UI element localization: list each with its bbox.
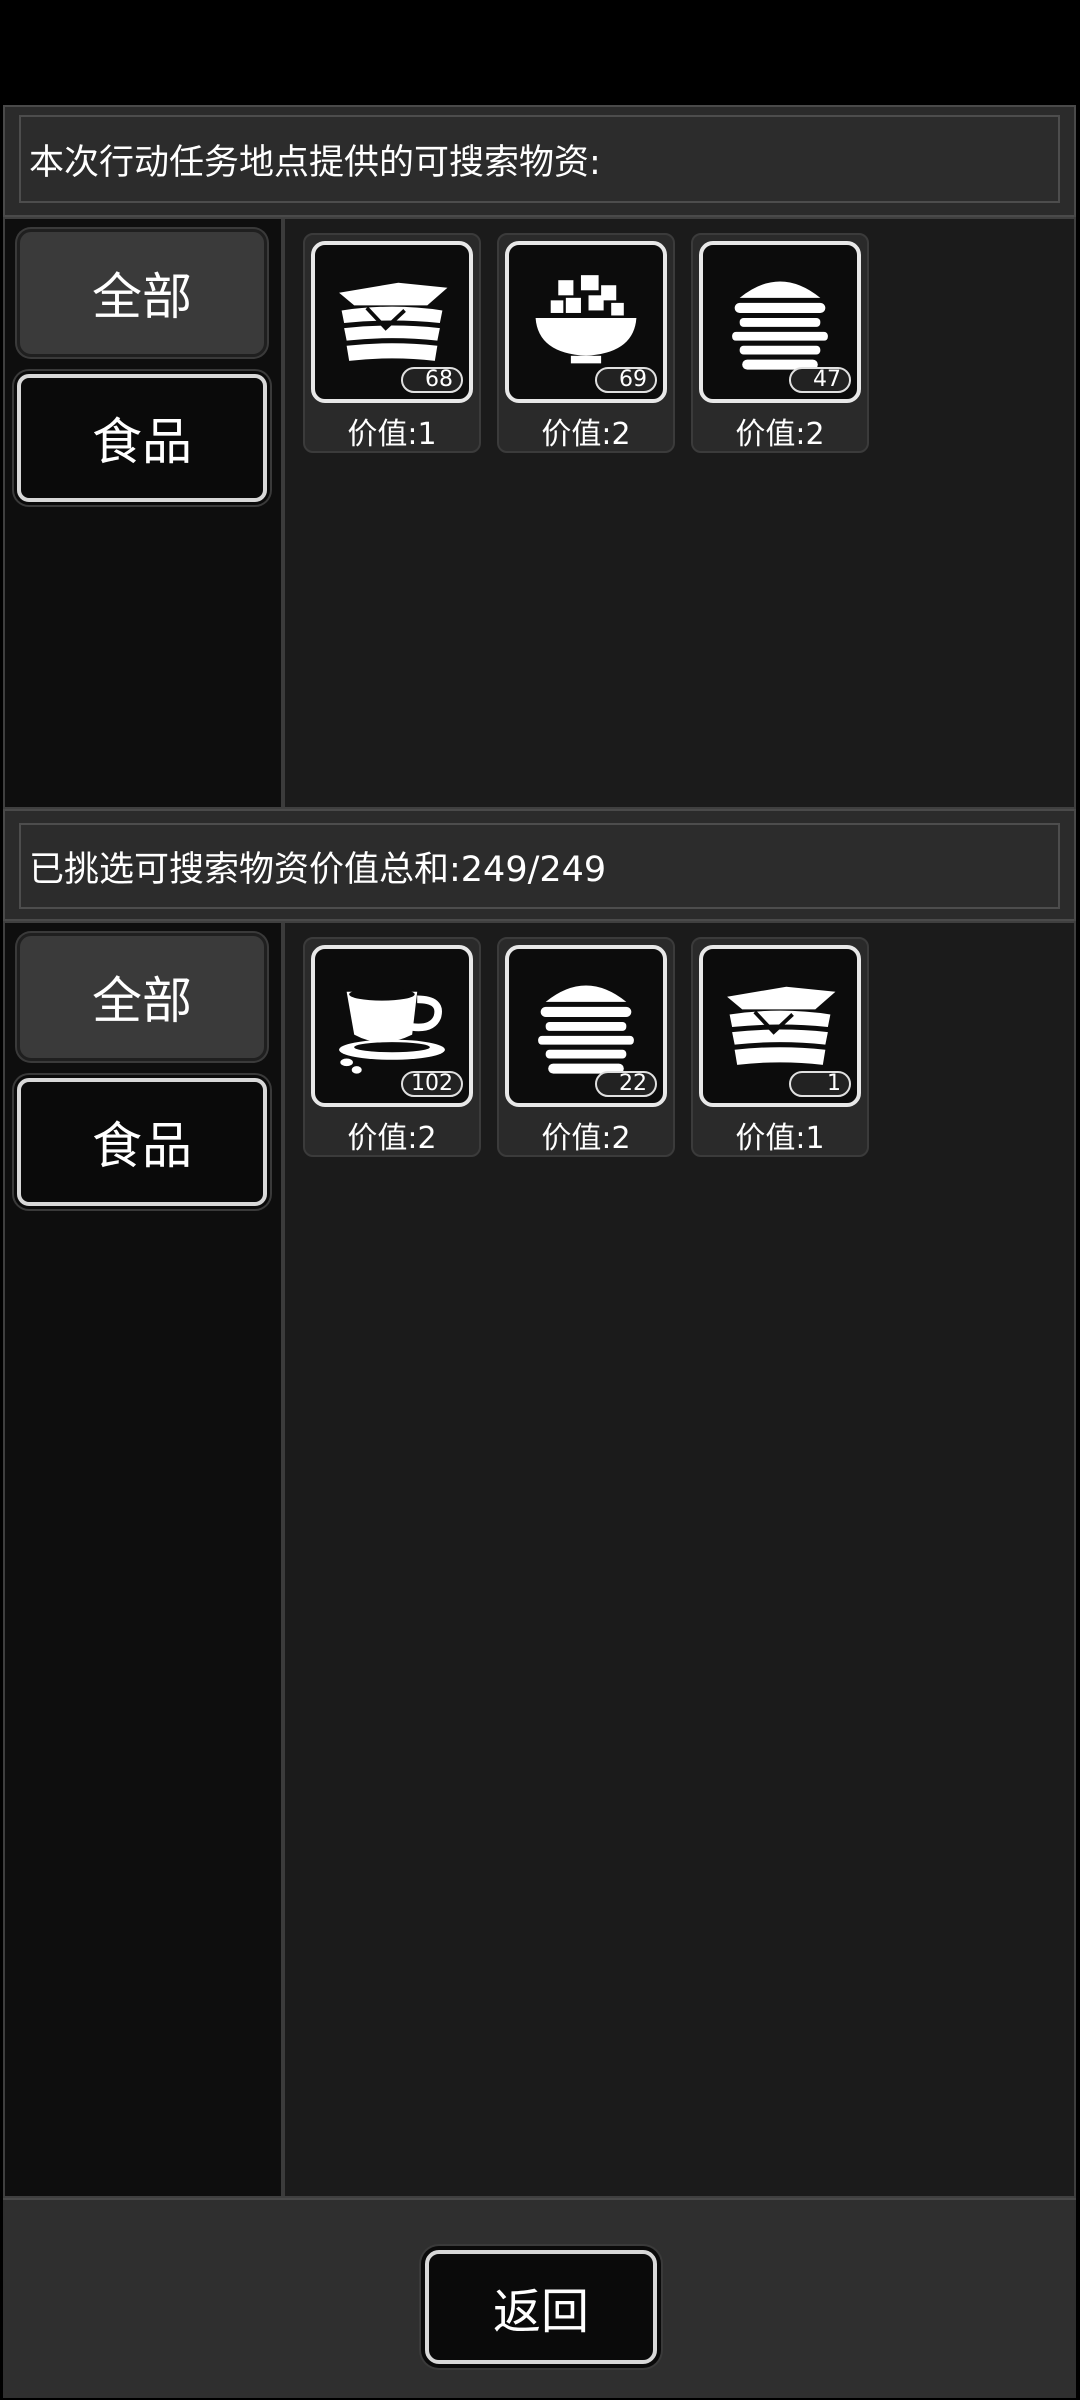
item-value-label: 价值:1 bbox=[735, 1121, 825, 1156]
burger-icon bbox=[538, 985, 634, 1074]
back-button[interactable]: 返回 bbox=[425, 2250, 657, 2364]
item-count-badge: 69 bbox=[595, 367, 657, 393]
coffee-cup-icon bbox=[339, 987, 445, 1074]
item-icon-frame: 68 bbox=[311, 241, 473, 403]
item-icon-frame: 102 bbox=[311, 945, 473, 1107]
bottom-section-title: 已挑选可搜索物资价值总和:249/249 bbox=[19, 823, 1060, 909]
category-tab-all[interactable]: 全部 bbox=[17, 229, 267, 357]
item-count-badge: 1 bbox=[789, 1071, 851, 1097]
selected-item-coffee[interactable]: 102 价值:2 bbox=[303, 937, 481, 1157]
burger-icon bbox=[732, 281, 828, 370]
selected-items-panel: 全部 食品 102 价值:2 22 价值:2 1 价值:1 bbox=[3, 921, 1076, 2198]
item-icon-frame: 47 bbox=[699, 241, 861, 403]
selected-item-burger[interactable]: 22 价值:2 bbox=[497, 937, 675, 1157]
item-value-label: 价值:2 bbox=[541, 1121, 631, 1156]
item-count-badge: 22 bbox=[595, 1071, 657, 1097]
bottom-header-frame: 已挑选可搜索物资价值总和:249/249 bbox=[3, 809, 1076, 921]
available-item-sandwich[interactable]: 68 价值:1 bbox=[303, 233, 481, 453]
item-value-label: 价值:2 bbox=[541, 417, 631, 452]
top-header-frame: 本次行动任务地点提供的可搜索物资: bbox=[3, 105, 1076, 217]
item-count-badge: 102 bbox=[401, 1071, 463, 1097]
bowl-food-icon bbox=[535, 275, 637, 364]
category-tab-all[interactable]: 全部 bbox=[17, 933, 267, 1061]
bottom-section-title-text: 已挑选可搜索物资价值总和:249/249 bbox=[29, 849, 607, 890]
category-tab-food-label: 食品 bbox=[92, 1117, 192, 1175]
item-count-badge: 68 bbox=[401, 367, 463, 393]
category-tab-food[interactable]: 食品 bbox=[17, 374, 267, 502]
footer-bar: 返回 bbox=[3, 2198, 1076, 2398]
top-section-title: 本次行动任务地点提供的可搜索物资: bbox=[19, 115, 1060, 203]
item-icon-frame: 22 bbox=[505, 945, 667, 1107]
item-icon-frame: 69 bbox=[505, 241, 667, 403]
selected-category-sidebar: 全部 食品 bbox=[5, 923, 285, 2196]
available-item-bowl-food[interactable]: 69 价值:2 bbox=[497, 233, 675, 453]
category-tab-food-label: 食品 bbox=[92, 413, 192, 471]
item-value-label: 价值:1 bbox=[347, 417, 437, 452]
item-value-label: 价值:2 bbox=[735, 417, 825, 452]
status-bar bbox=[0, 0, 1080, 105]
available-items-panel: 全部 食品 68 价值:1 69 价值:2 47 价值:2 bbox=[3, 217, 1076, 809]
sandwich-icon bbox=[727, 986, 836, 1065]
available-item-burger[interactable]: 47 价值:2 bbox=[691, 233, 869, 453]
category-tab-food[interactable]: 食品 bbox=[17, 1078, 267, 1206]
top-section-title-text: 本次行动任务地点提供的可搜索物资: bbox=[29, 142, 601, 183]
item-value-label: 价值:2 bbox=[347, 1121, 437, 1156]
item-count-badge: 47 bbox=[789, 367, 851, 393]
item-icon-frame: 1 bbox=[699, 945, 861, 1107]
available-category-sidebar: 全部 食品 bbox=[5, 219, 285, 807]
sandwich-icon bbox=[339, 282, 448, 361]
category-tab-all-label: 全部 bbox=[92, 268, 192, 326]
selected-item-sandwich[interactable]: 1 价值:1 bbox=[691, 937, 869, 1157]
category-tab-all-label: 全部 bbox=[92, 972, 192, 1030]
back-button-label: 返回 bbox=[492, 2284, 589, 2340]
